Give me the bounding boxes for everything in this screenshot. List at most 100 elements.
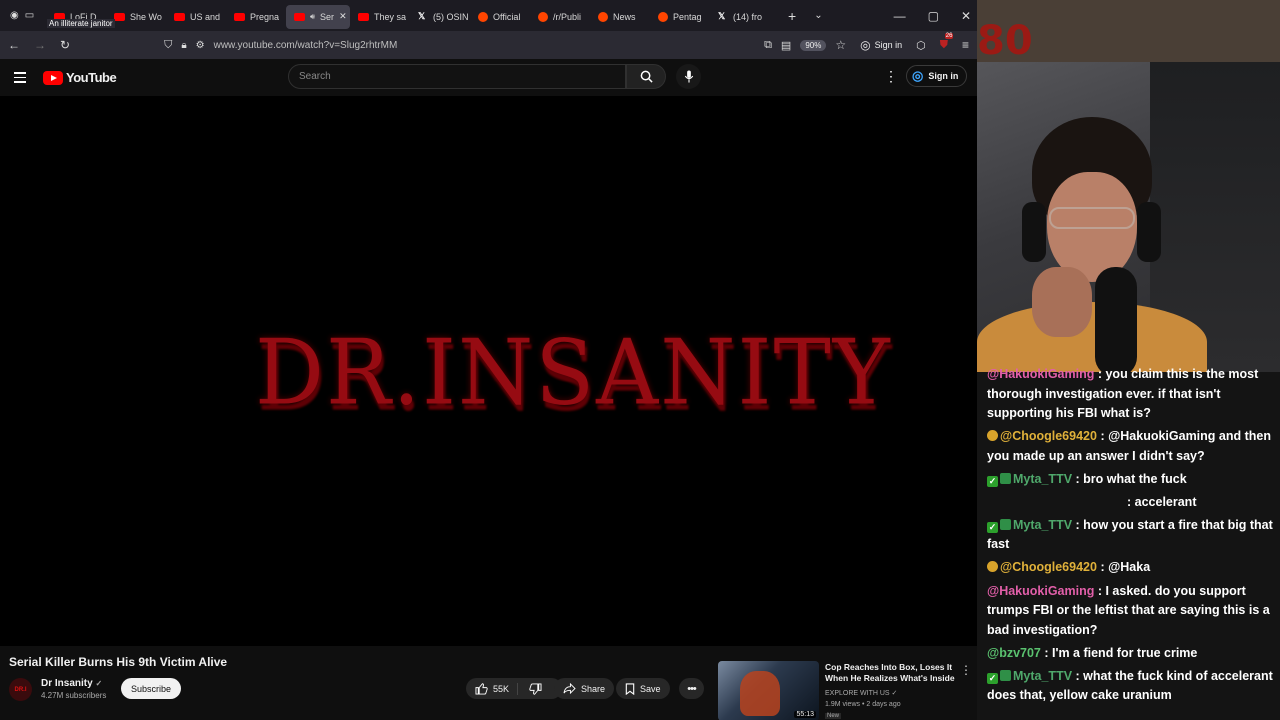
- search-button[interactable]: [626, 64, 666, 89]
- recommended-video[interactable]: 55:13 Cop Reaches Into Box, Loses It Whe…: [718, 661, 977, 720]
- chat-message: @Choogle69420 : @HakuokiGaming and then …: [987, 427, 1276, 466]
- more-actions-button[interactable]: •••: [679, 678, 704, 699]
- tab-label: She Wo: [130, 11, 162, 22]
- tab-tooltip: An illiterate janitor: [47, 19, 115, 28]
- subscribe-button[interactable]: Subscribe: [121, 678, 182, 699]
- settings-kebab-icon[interactable]: ⋮: [884, 69, 898, 83]
- chat-feed: @HakuokiGaming : you claim this is the m…: [977, 365, 1280, 709]
- tab-close-icon[interactable]: ✕: [339, 11, 347, 22]
- browser-tab[interactable]: 𝕏 (5) OSIN: [410, 5, 470, 29]
- zoom-level[interactable]: 90%: [800, 39, 827, 51]
- picture-in-picture-icon[interactable]: ⧉: [764, 39, 772, 52]
- browser-tab[interactable]: Pregna: [226, 5, 286, 29]
- new-tab-icon[interactable]: +: [788, 8, 796, 24]
- tab-label: (5) OSIN: [433, 11, 469, 22]
- recommended-duration: 55:13: [794, 711, 816, 718]
- maximize-icon[interactable]: ▢: [928, 9, 939, 23]
- youtube-icon: [114, 12, 125, 21]
- url-text[interactable]: www.youtube.com/watch?v=Slug2rhtrMM: [214, 40, 398, 51]
- chat-username: @Choogle69420: [1000, 560, 1097, 575]
- video-player[interactable]: DR.INSANITY: [0, 96, 977, 646]
- guide-menu-icon[interactable]: [14, 72, 26, 83]
- recommended-thumbnail[interactable]: 55:13: [718, 661, 819, 720]
- extension-badge: 26: [944, 32, 954, 39]
- lock-icon[interactable]: 🔒︎: [181, 40, 186, 51]
- url-field[interactable]: ⛉ 🔒︎ ⚙ www.youtube.com/watch?v=Slug2rhtr…: [84, 34, 846, 56]
- reload-icon[interactable]: ↻: [60, 38, 70, 52]
- browser-tab[interactable]: Pentag: [650, 5, 710, 29]
- permissions-icon[interactable]: ⚙: [196, 40, 205, 51]
- youtube-signin-button[interactable]: ◎ Sign in: [906, 65, 968, 87]
- bookmark-star-icon[interactable]: ☆: [835, 38, 846, 52]
- browser-tab[interactable]: She Wo: [106, 5, 166, 29]
- chat-message: @bzv707 : I'm a fiend for true crime: [987, 644, 1276, 664]
- shield-icon[interactable]: ⛉: [164, 39, 172, 52]
- tab-label: /r/Publi: [553, 11, 582, 22]
- tab-label: (14) fro: [733, 11, 763, 22]
- browser-tab[interactable]: Official: [470, 5, 530, 29]
- recommended-title[interactable]: Cop Reaches Into Box, Loses It When He R…: [825, 662, 965, 684]
- share-button[interactable]: Share: [554, 678, 615, 699]
- new-badge: New: [825, 713, 842, 719]
- reader-mode-icon[interactable]: ▤: [781, 39, 791, 52]
- menu-icon[interactable]: ≡: [962, 38, 969, 52]
- channel-name-text: Dr Insanity: [41, 678, 93, 689]
- check-badge-icon: ✓: [987, 521, 998, 533]
- recommended-channel[interactable]: EXPLORE WITH US ✓: [825, 689, 897, 697]
- search-input[interactable]: Search: [288, 64, 626, 89]
- save-button[interactable]: Save: [616, 678, 670, 699]
- recommended-stats: 1.9M views • 2 days ago: [825, 701, 901, 708]
- coin-badge-icon: [987, 561, 998, 573]
- like-button[interactable]: 55K: [475, 682, 519, 695]
- video-frame-title-art: DR.INSANITY: [255, 320, 892, 426]
- browser-tab[interactable]: US and: [166, 5, 226, 29]
- check-badge-icon: ✓: [987, 672, 998, 684]
- voice-search-button[interactable]: [676, 64, 701, 89]
- browser-tab[interactable]: They sa: [350, 5, 410, 29]
- channel-name[interactable]: Dr Insanity ✓: [41, 678, 102, 689]
- check-badge-icon: ✓: [987, 475, 998, 487]
- tab-label: Pregna: [250, 11, 280, 22]
- subscriber-count: 4.27M subscribers: [41, 691, 107, 700]
- forward-icon[interactable]: →: [34, 38, 46, 52]
- browser-signin-button[interactable]: ◎ Sign in: [860, 38, 902, 52]
- extensions-icon[interactable]: ⬡: [916, 39, 926, 52]
- reddit-icon: [658, 11, 668, 22]
- chat-message: @HakuokiGaming : you claim this is the m…: [987, 365, 1276, 424]
- browser-tab[interactable]: /r/Publi: [530, 5, 590, 29]
- chat-username: Myta_TTV: [1013, 471, 1073, 486]
- close-icon[interactable]: ✕: [961, 9, 971, 23]
- dislike-button[interactable]: [523, 682, 542, 695]
- tab-label: Ser: [320, 11, 335, 22]
- verified-icon: ✓: [891, 690, 898, 697]
- speaker-icon[interactable]: 🔊︎: [310, 12, 315, 22]
- recommended-channel-text: EXPLORE WITH US: [825, 690, 890, 697]
- channel-avatar[interactable]: DR.I: [9, 678, 32, 701]
- browser-tab[interactable]: 🔊︎ Ser ✕: [286, 4, 350, 29]
- minimize-icon[interactable]: —: [894, 9, 906, 23]
- youtube-header: YouTube Search ⋮ ◎ Sign in: [0, 59, 977, 96]
- banner-number: 80: [977, 18, 1033, 64]
- firefox-view-icon[interactable]: ◉ ▭: [0, 10, 46, 21]
- x-icon: 𝕏: [418, 11, 426, 21]
- chat-message: ✓ Myta_TTV : bro what the fuck: [987, 470, 1276, 490]
- window-controls: — ▢ ✕: [894, 0, 971, 31]
- tab-bar: ◉ ▭ LoFi D She Wo US and Pregna 🔊︎ Ser ✕ They s…: [0, 0, 977, 31]
- chat-message: : accelerant: [987, 493, 1276, 513]
- tab-overview-icon[interactable]: ▭: [25, 10, 34, 21]
- recommended-kebab-icon[interactable]: ⋮: [960, 663, 972, 677]
- browser-tab[interactable]: 𝕏 (14) fro: [710, 5, 770, 29]
- reddit-icon: [478, 11, 488, 22]
- youtube-icon: [294, 12, 305, 21]
- account-circle-icon: ◎: [912, 68, 924, 83]
- chevron-down-icon[interactable]: ⌄: [814, 10, 822, 21]
- bookmark-icon: [625, 682, 635, 695]
- ublock-icon[interactable]: ⛊ 26: [940, 32, 954, 52]
- back-icon[interactable]: ←: [8, 38, 20, 52]
- screen: ◉ ▭ LoFi D She Wo US and Pregna 🔊︎ Ser ✕ They s…: [0, 0, 1280, 720]
- youtube-icon: [234, 12, 245, 21]
- youtube-logo[interactable]: YouTube: [43, 70, 117, 85]
- like-dislike-group: 55K: [466, 678, 562, 699]
- chat-message: @Choogle69420 : @Haka: [987, 558, 1276, 578]
- browser-tab[interactable]: News: [590, 5, 650, 29]
